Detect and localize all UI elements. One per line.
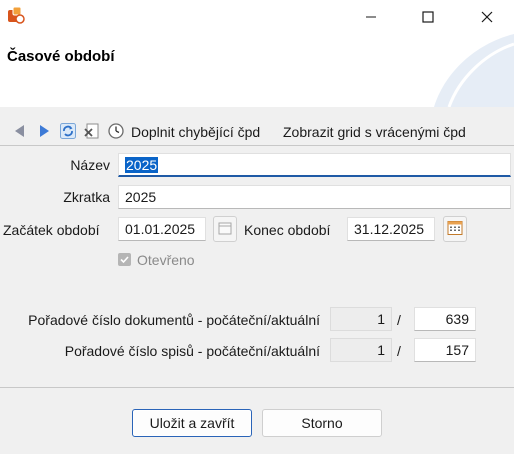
- doc-seq-label: Pořadové číslo dokumentů - počáteční/akt…: [28, 312, 320, 328]
- calendar-icon: [447, 220, 463, 239]
- close-icon: [481, 11, 493, 23]
- footer-separator: [0, 387, 514, 388]
- clock-icon[interactable]: [108, 123, 124, 139]
- end-calendar-button[interactable]: [443, 216, 467, 242]
- end-date-input[interactable]: 31.12.2025: [347, 217, 435, 241]
- open-checkbox[interactable]: [118, 253, 131, 266]
- refresh-icon[interactable]: [60, 123, 76, 139]
- doc-seq-slash: /: [397, 312, 401, 328]
- file-seq-current-input[interactable]: 157: [414, 338, 476, 362]
- title-bar: [0, 0, 514, 34]
- abbr-input[interactable]: 2025: [118, 185, 511, 209]
- app-icon: [7, 6, 27, 26]
- cancel-button[interactable]: Storno: [262, 409, 382, 437]
- minimize-icon: [365, 11, 377, 23]
- start-date-input[interactable]: 01.01.2025: [118, 217, 206, 241]
- maximize-button[interactable]: [405, 0, 451, 34]
- arrow-left-icon[interactable]: [12, 123, 28, 139]
- doc-seq-current-input[interactable]: 639: [414, 307, 476, 331]
- file-seq-slash: /: [397, 343, 401, 359]
- abbr-label: Zkratka: [63, 189, 110, 205]
- name-label: Název: [70, 157, 110, 173]
- toolbar-separator: [0, 145, 514, 146]
- start-calendar-button[interactable]: [213, 216, 237, 242]
- maximize-icon: [422, 11, 434, 23]
- toolbar: Doplnit chybějící čpd Zobrazit grid s vr…: [0, 116, 514, 146]
- open-label: Otevřeno: [137, 252, 195, 268]
- save-close-button[interactable]: Uložit a zavřít: [132, 409, 252, 437]
- dialog-title: Časové období: [7, 48, 115, 65]
- start-label: Začátek období: [3, 222, 100, 238]
- minimize-button[interactable]: [348, 0, 394, 34]
- arrow-right-icon[interactable]: [36, 123, 52, 139]
- close-button[interactable]: [464, 0, 510, 34]
- fill-missing-button[interactable]: Doplnit chybějící čpd: [131, 124, 260, 140]
- name-input[interactable]: 2025: [118, 153, 511, 177]
- name-value: 2025: [125, 157, 159, 173]
- end-label: Konec období: [244, 222, 331, 238]
- dialog-header: Časové období: [0, 34, 514, 107]
- show-grid-button[interactable]: Zobrazit grid s vrácenými čpd: [283, 124, 466, 140]
- doc-seq-start: 1: [330, 307, 392, 331]
- header-decoration: [434, 34, 514, 107]
- calendar-icon: [218, 221, 232, 238]
- delete-icon[interactable]: [84, 123, 100, 139]
- file-seq-label: Pořadové číslo spisů - počáteční/aktuáln…: [64, 343, 320, 359]
- file-seq-start: 1: [330, 338, 392, 362]
